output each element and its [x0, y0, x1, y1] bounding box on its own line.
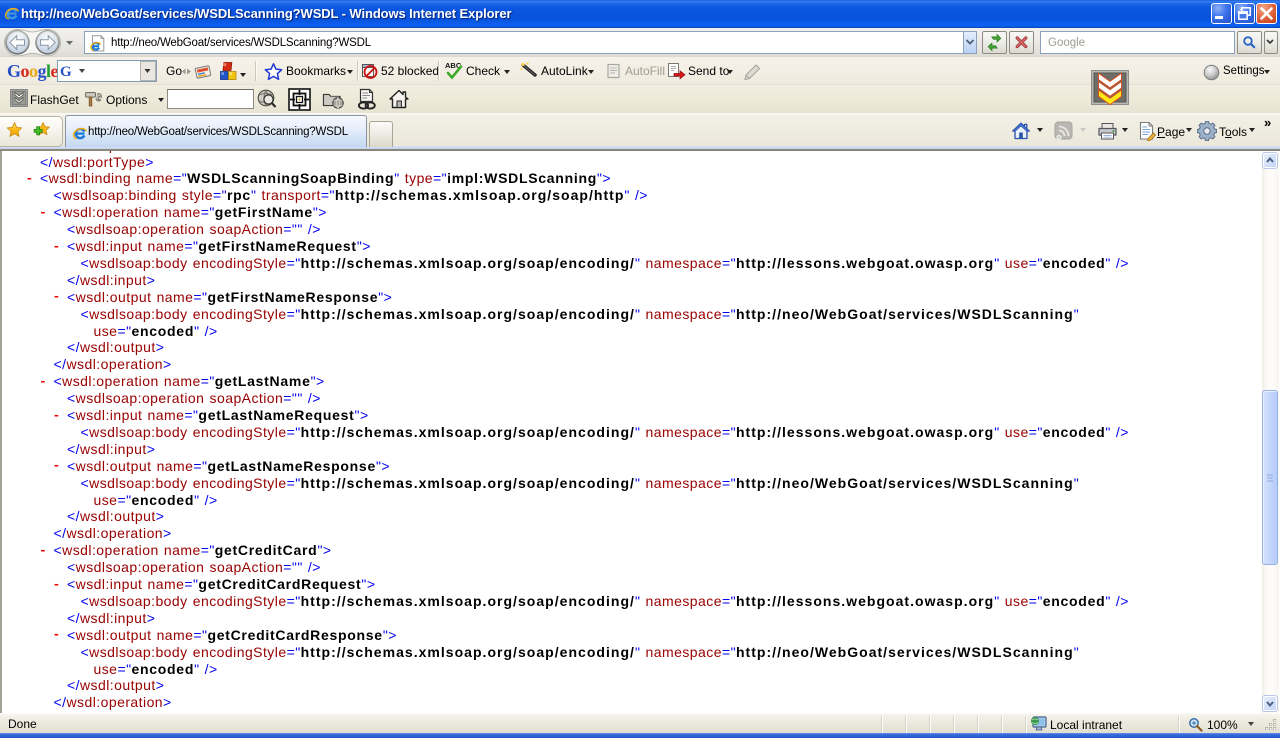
svg-text:G: G — [60, 64, 72, 80]
